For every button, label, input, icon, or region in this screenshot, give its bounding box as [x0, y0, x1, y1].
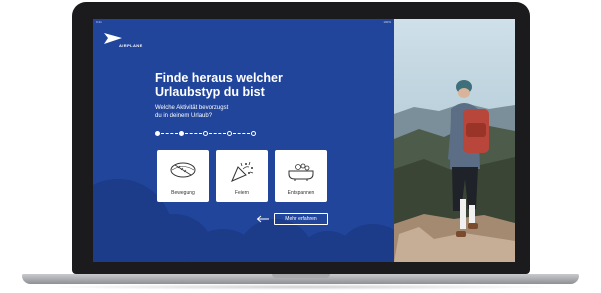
progress-step-dot — [155, 131, 160, 136]
progress-stepper — [155, 130, 256, 138]
decorative-cloud — [338, 224, 394, 262]
option-card-feiern[interactable]: Feiern — [216, 150, 268, 202]
progress-step-dot — [227, 131, 232, 136]
progress-connector — [209, 133, 226, 134]
option-label: Entspannen — [287, 190, 315, 196]
brand-name: AIRPLANE — [119, 43, 143, 48]
option-label: Bewegung — [171, 190, 195, 196]
status-time: 9:41 — [96, 20, 102, 24]
progress-step-dot — [203, 131, 208, 136]
question-line-2: du in deinem Urlaub? — [155, 113, 213, 119]
status-bar: 9:41 100% — [93, 19, 394, 25]
quiz-panel: 9:41 100% AIRPLANE Finde heraus welcher … — [93, 19, 394, 262]
headline-line-1: Finde heraus welcher — [155, 71, 283, 85]
laptop-shadow — [40, 284, 561, 290]
headline-line-2: Urlaubstyp du bist — [155, 85, 265, 99]
party-popper-icon — [231, 161, 254, 182]
progress-connector — [233, 133, 250, 134]
laptop-notch — [272, 274, 330, 278]
page-title: Finde heraus welcher Urlaubstyp du bist — [155, 71, 355, 99]
quiz-question: Welche Aktivität bevorzugst du in deinem… — [155, 104, 295, 120]
option-card-bewegung[interactable]: Bewegung — [157, 150, 209, 202]
arrow-left-icon[interactable] — [256, 215, 270, 223]
progress-connector — [185, 133, 202, 134]
bathtub-icon — [288, 163, 314, 181]
hiker-on-mountain-photo — [394, 19, 515, 262]
progress-connector — [161, 133, 178, 134]
rugby-ball-icon — [170, 162, 196, 178]
option-label: Feiern — [234, 190, 250, 196]
progress-step-dot — [251, 131, 256, 136]
status-battery: 100% — [383, 20, 391, 24]
app-screen: 9:41 100% AIRPLANE Finde heraus welcher … — [93, 19, 515, 262]
question-line-1: Welche Aktivität bevorzugst — [155, 105, 229, 111]
brand-logo[interactable]: AIRPLANE — [104, 33, 143, 49]
more-info-button[interactable]: Mehr erfahren — [274, 213, 328, 225]
progress-step-dot — [179, 131, 184, 136]
option-card-entspannen[interactable]: Entspannen — [275, 150, 327, 202]
